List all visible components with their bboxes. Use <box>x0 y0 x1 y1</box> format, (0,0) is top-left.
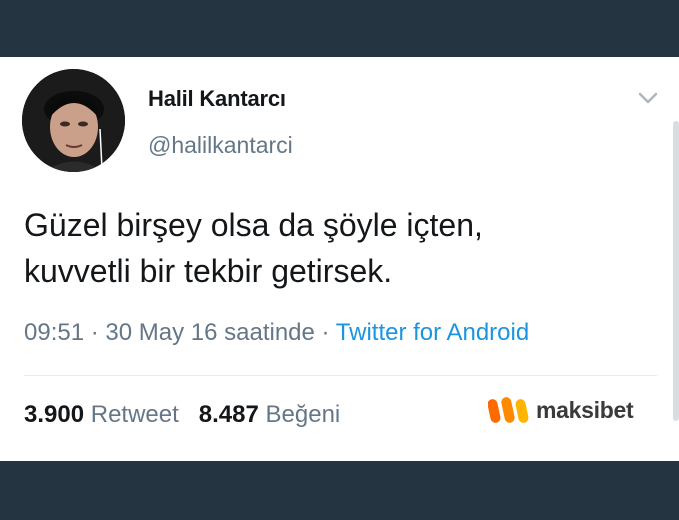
tweet-time[interactable]: 09:51 <box>24 319 84 346</box>
meta-separator: · <box>84 319 106 346</box>
tweet-text-line: Güzel birşey olsa da şöyle içten, <box>24 207 483 243</box>
tweet-meta: 09:51 · 30 May 16 saatinde · Twitter for… <box>24 319 529 347</box>
tweet-card: Halil Kantarcı @halilkantarci Güzel birş… <box>0 57 679 461</box>
tweet-text-line: kuvvetli bir tekbir getirsek. <box>24 253 393 289</box>
avatar[interactable] <box>22 69 125 172</box>
scrollbar[interactable] <box>673 121 679 421</box>
maksibet-logo-icon <box>488 397 529 423</box>
retweet-label: Retweet <box>90 401 179 428</box>
display-name[interactable]: Halil Kantarcı <box>148 86 286 112</box>
tweet-stats: 3.900 Retweet 8.487 Beğeni <box>24 401 340 429</box>
like-stat[interactable]: 8.487 Beğeni <box>199 401 340 428</box>
meta-separator: · <box>314 319 336 346</box>
tweet-source-link[interactable]: Twitter for Android <box>336 319 529 346</box>
tweet-date[interactable]: 30 May 16 saatinde <box>105 319 314 346</box>
username[interactable]: @halilkantarci <box>148 132 293 159</box>
retweet-stat[interactable]: 3.900 Retweet <box>24 401 179 428</box>
like-label: Beğeni <box>265 401 341 428</box>
retweet-count: 3.900 <box>24 401 85 428</box>
like-count: 8.487 <box>198 401 259 428</box>
chevron-down-icon[interactable] <box>637 87 659 109</box>
watermark-text: maksibet <box>536 396 634 423</box>
divider <box>24 375 657 376</box>
tweet-text: Güzel birşey olsa da şöyle içten, kuvvet… <box>24 202 644 294</box>
watermark: maksibet <box>488 394 634 426</box>
